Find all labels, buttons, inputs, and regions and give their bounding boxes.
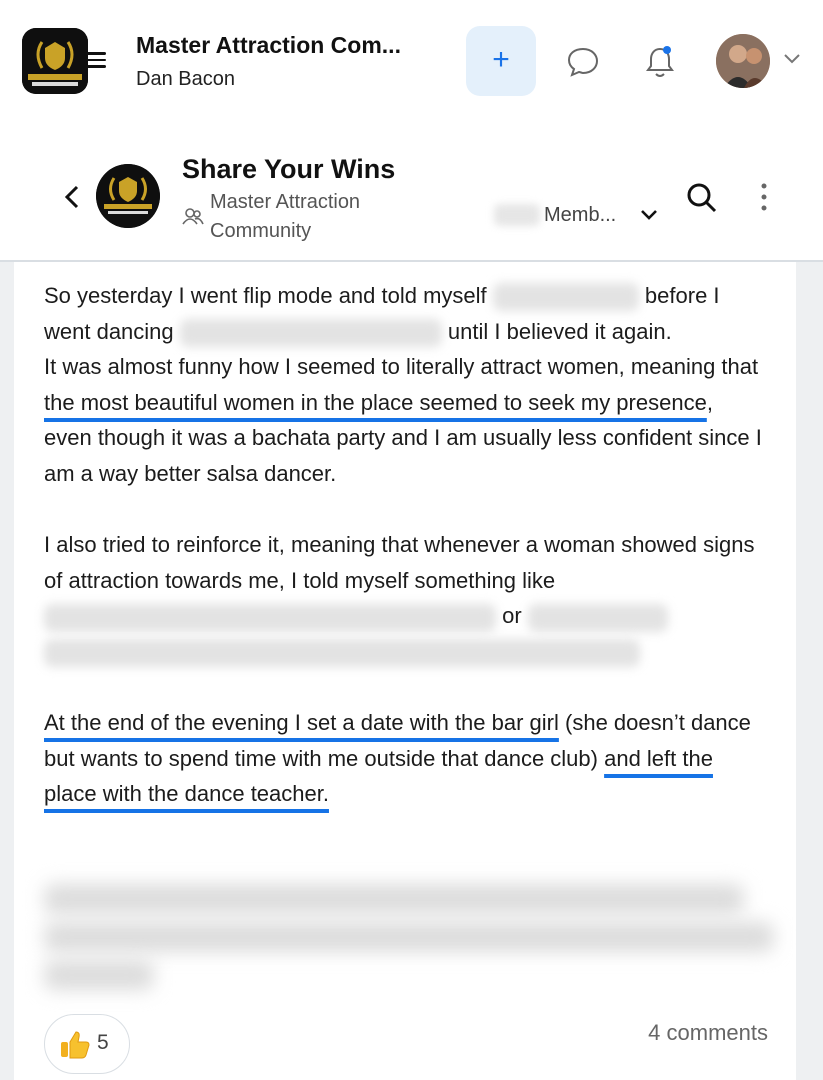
post-body: So yesterday I went flip mode and told m… [44, 278, 764, 812]
redacted-text [527, 603, 668, 632]
app-title[interactable]: Master Attraction Com... [136, 32, 401, 59]
redacted-text [44, 603, 496, 632]
community-logo[interactable] [22, 28, 88, 94]
post-text: or [502, 603, 522, 629]
post-paragraph: It was almost funny how I seemed to lite… [44, 349, 764, 491]
post-paragraph: I also tried to reinforce it, meaning th… [44, 527, 764, 669]
add-button[interactable]: + [466, 26, 536, 96]
user-avatar[interactable] [716, 34, 770, 88]
redacted-text [492, 283, 639, 312]
top-bar: Master Attraction Com... Dan Bacon + [0, 0, 823, 120]
post-paragraph: At the end of the evening I set a date w… [44, 705, 764, 812]
redacted-text [44, 639, 640, 668]
more-options-icon[interactable] [760, 182, 768, 217]
community-icon [182, 206, 204, 231]
post-text: So yesterday I went flip mode and told m… [44, 283, 487, 308]
redacted-text [494, 204, 540, 226]
app-owner: Dan Bacon [136, 68, 235, 90]
post-paragraph: So yesterday I went flip mode and told m… [44, 278, 764, 349]
group-header: Share Your Wins Master Attraction Commun… [0, 120, 823, 262]
search-icon[interactable] [686, 182, 718, 219]
chat-icon[interactable] [566, 46, 600, 83]
thumbs-up-icon [59, 1029, 91, 1064]
post-text: until I believed it again. [447, 318, 672, 344]
reaction-count: 5 [97, 1031, 109, 1054]
post-card: So yesterday I went flip mode and told m… [14, 262, 796, 1080]
redacted-text [179, 318, 442, 347]
comments-link[interactable]: 4 comments [648, 1020, 768, 1046]
post-text: It was almost funny how I seemed to lite… [44, 354, 759, 380]
highlighted-text: At the end of the evening I set a date w… [44, 710, 559, 736]
post-text: I also tried to reinforce it, meaning th… [44, 532, 755, 593]
chevron-down-icon[interactable] [640, 208, 658, 226]
group-logo [96, 164, 160, 228]
reaction-button[interactable]: 5 [44, 1014, 130, 1074]
community-name[interactable]: Master Attraction Community [210, 188, 400, 246]
bell-icon[interactable] [644, 44, 676, 85]
chevron-down-icon[interactable] [782, 52, 802, 71]
back-icon[interactable] [64, 184, 80, 215]
page-title: Share Your Wins [182, 154, 396, 184]
redacted-paragraph [44, 884, 774, 998]
member-dropdown-label[interactable]: Memb... [544, 204, 616, 227]
menu-icon[interactable] [86, 52, 106, 68]
highlighted-text: the most beautiful women in the place se… [44, 389, 707, 415]
